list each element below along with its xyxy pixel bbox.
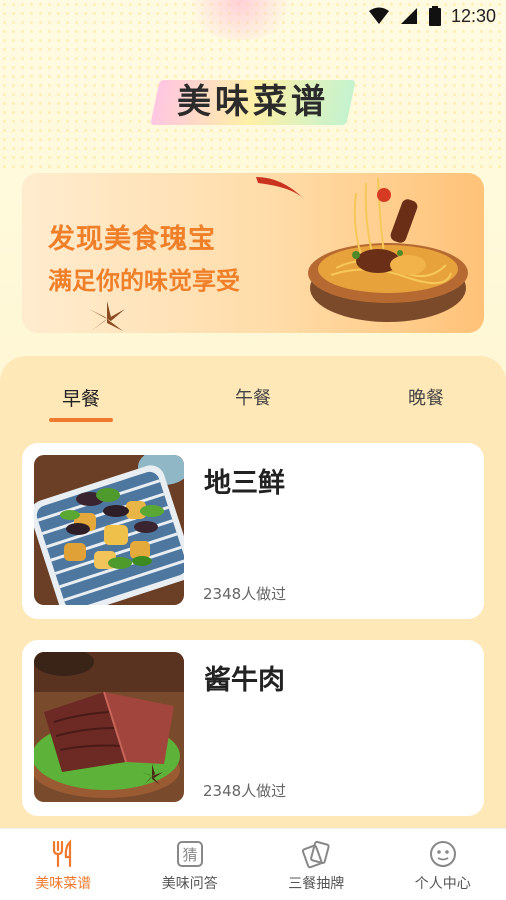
battery-icon (428, 6, 441, 26)
promo-banner[interactable]: 发现美食瑰宝 满足你的味觉享受 (22, 173, 484, 333)
recipe-card[interactable]: 酱牛肉 2348人做过 (22, 640, 484, 816)
nav-label: 个人中心 (414, 876, 471, 892)
page-title: 美味菜谱 (177, 82, 329, 122)
recipe-panel: 早餐 午餐 晚餐 地三鲜 2348人做过 酱牛肉 2348人做过 (0, 356, 506, 856)
nav-profile[interactable]: 个人中心 (380, 829, 506, 900)
recipe-image (34, 652, 184, 802)
tab-lunch[interactable]: 午餐 (213, 384, 293, 410)
recipe-name: 地三鲜 (204, 468, 285, 499)
recipe-name: 酱牛肉 (204, 665, 285, 696)
title-ribbon: 美味菜谱 (155, 70, 351, 127)
recipe-count: 2348人做过 (203, 782, 287, 800)
fork-knife-icon (53, 839, 72, 868)
recipe-card[interactable]: 地三鲜 2348人做过 (22, 443, 484, 619)
face-icon (429, 841, 456, 867)
bottom-nav: 美味菜谱 猜 美味问答 三餐抽牌 个人中心 (0, 828, 506, 900)
recipe-count: 2348人做过 (203, 585, 287, 603)
banner-headline: 发现美食瑰宝 (48, 224, 216, 255)
nav-qa[interactable]: 猜 美味问答 (127, 829, 254, 900)
meal-tabs: 早餐 午餐 晚餐 (0, 356, 506, 426)
nav-label: 三餐抽牌 (288, 876, 345, 892)
app-title: 美味菜谱 (0, 70, 506, 127)
nav-cards[interactable]: 三餐抽牌 (253, 829, 380, 900)
status-bar: 12:30 (0, 0, 506, 32)
svg-text:猜: 猜 (182, 846, 197, 864)
cards-icon (302, 840, 330, 869)
guess-icon: 猜 (176, 841, 203, 867)
active-tab-indicator (49, 418, 113, 422)
tab-breakfast[interactable]: 早餐 (41, 384, 121, 411)
app-screen: 12:30 美味菜谱 发现美食瑰宝 满足你的味觉享受 早餐 午餐 晚餐 地三鲜 … (0, 0, 506, 900)
tab-dinner[interactable]: 晚餐 (386, 384, 466, 410)
banner-subline: 满足你的味觉享受 (48, 267, 240, 295)
status-time: 12:30 (450, 5, 496, 26)
wifi-icon (368, 7, 389, 24)
star-anise-icon (89, 301, 125, 331)
nav-label: 美味菜谱 (35, 876, 92, 892)
noodle-bowl-image (308, 177, 468, 322)
signal-icon (400, 8, 417, 24)
nav-label: 美味问答 (161, 876, 218, 892)
recipe-image (34, 455, 184, 605)
nav-recipes[interactable]: 美味菜谱 (0, 829, 127, 900)
